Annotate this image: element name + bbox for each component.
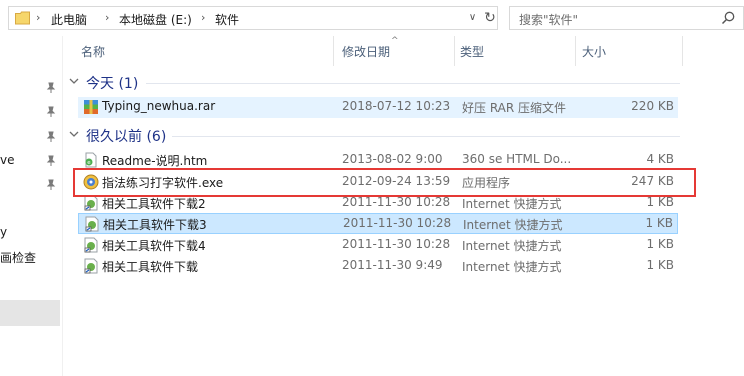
file-row[interactable]: Typing_newhua.rar 2018-07-12 10:23 好压 RA… (78, 97, 678, 118)
group-label: 今天 (1) (86, 76, 139, 92)
file-type: 360 se HTML Do... (462, 152, 572, 166)
column-header-date[interactable]: 修改日期 (342, 43, 390, 60)
sort-indicator-icon: ^ (391, 36, 399, 46)
navigation-pane: ve y 画检查 (0, 36, 63, 376)
column-divider[interactable] (333, 36, 334, 66)
nav-item-partial[interactable]: y (0, 225, 7, 239)
vertical-scrollbar[interactable] (732, 66, 744, 376)
file-type: Internet 快捷方式 (462, 260, 562, 274)
file-type: Internet 快捷方式 (462, 239, 562, 253)
folder-icon (15, 11, 30, 25)
file-size: 1 KB (646, 258, 674, 272)
column-header-type[interactable]: 类型 (460, 43, 484, 60)
address-row: › 此电脑 › 本地磁盘 (E:) › 软件 ∨ ↻ 搜索"软件" (0, 0, 744, 36)
file-size: 1 KB (646, 195, 674, 209)
group-header-long-ago[interactable]: 很久以前 (6) (68, 126, 680, 148)
file-row[interactable]: 相关工具软件下载4 2011-11-30 10:28 Internet 快捷方式… (78, 235, 678, 256)
pin-icon[interactable] (45, 106, 57, 118)
address-dropdown-icon[interactable]: ∨ (464, 7, 481, 29)
column-header-name[interactable]: 名称 (81, 43, 105, 60)
file-name: Typing_newhua.rar (102, 99, 216, 113)
internet-shortcut-icon (85, 216, 99, 232)
breadcrumb-local-disk[interactable]: 本地磁盘 (E:) (119, 11, 192, 28)
pin-icon[interactable] (45, 131, 57, 143)
pin-icon[interactable] (45, 155, 57, 167)
file-row[interactable]: 相关工具软件下载2 2011-11-30 10:28 Internet 快捷方式… (78, 193, 678, 214)
internet-shortcut-icon (84, 195, 98, 211)
file-size: 1 KB (645, 216, 673, 230)
group-divider (146, 83, 680, 84)
file-date: 2011-11-30 10:28 (343, 216, 452, 230)
html-document-icon: e (85, 152, 97, 168)
pin-icon[interactable] (45, 179, 57, 191)
nav-item-selected[interactable] (0, 300, 60, 326)
file-size: 1 KB (646, 237, 674, 251)
address-bar[interactable]: › 此电脑 › 本地磁盘 (E:) › 软件 ∨ ↻ (8, 6, 498, 30)
file-date: 2013-08-02 9:00 (342, 152, 443, 166)
file-name: 相关工具软件下载4 (102, 239, 206, 253)
group-header-today[interactable]: 今天 (1) (68, 73, 680, 95)
file-name: 相关工具软件下载3 (103, 218, 207, 232)
file-size: 247 KB (631, 174, 674, 188)
breadcrumb-separator: › (105, 11, 110, 24)
breadcrumb-software[interactable]: 软件 (215, 11, 239, 28)
file-type: Internet 快捷方式 (463, 218, 563, 232)
group-label: 很久以前 (6) (86, 129, 167, 145)
file-type: 应用程序 (462, 176, 511, 190)
column-divider[interactable] (575, 36, 576, 66)
column-divider[interactable] (454, 36, 455, 66)
file-row[interactable]: 相关工具软件下载 2011-11-30 9:49 Internet 快捷方式 1… (78, 256, 678, 277)
breadcrumb-separator: › (201, 11, 206, 24)
file-type: 好压 RAR 压缩文件 (462, 101, 567, 115)
search-input[interactable]: 搜索"软件" (519, 11, 578, 28)
breadcrumb-separator: › (36, 11, 41, 24)
file-date: 2018-07-12 10:23 (342, 99, 451, 113)
file-date: 2011-11-30 9:49 (342, 258, 443, 272)
search-box[interactable]: 搜索"软件" (509, 6, 744, 30)
column-header-size[interactable]: 大小 (582, 43, 606, 60)
breadcrumb-this-pc[interactable]: 此电脑 (51, 11, 87, 28)
internet-shortcut-icon (84, 258, 98, 274)
file-name: 相关工具软件下载 (102, 260, 199, 274)
rar-archive-icon (84, 100, 98, 114)
file-date: 2011-11-30 10:28 (342, 237, 451, 251)
file-row-selected[interactable]: 相关工具软件下载3 2011-11-30 10:28 Internet 快捷方式… (78, 213, 678, 234)
group-divider (172, 136, 680, 137)
nav-item-partial[interactable]: 画检查 (0, 249, 36, 266)
file-name: 指法练习打字软件.exe (102, 176, 224, 190)
file-date: 2011-11-30 10:28 (342, 195, 451, 209)
application-exe-icon (83, 174, 99, 190)
file-name: 相关工具软件下载2 (102, 197, 206, 211)
file-row[interactable]: e Readme-说明.htm 2013-08-02 9:00 360 se H… (78, 150, 678, 171)
nav-item-partial[interactable]: ve (0, 153, 14, 167)
refresh-icon[interactable]: ↻ (482, 7, 498, 29)
file-size: 220 KB (631, 99, 674, 113)
file-date: 2012-09-24 13:59 (342, 174, 451, 188)
search-icon[interactable] (721, 11, 735, 25)
chevron-down-icon[interactable] (68, 128, 80, 140)
pin-icon[interactable] (45, 82, 57, 94)
file-type: Internet 快捷方式 (462, 197, 562, 211)
chevron-down-icon[interactable] (68, 75, 80, 87)
file-name: Readme-说明.htm (102, 154, 208, 168)
file-size: 4 KB (646, 152, 674, 166)
internet-shortcut-icon (84, 237, 98, 253)
file-row[interactable]: 指法练习打字软件.exe 2012-09-24 13:59 应用程序 247 K… (78, 172, 678, 193)
column-divider[interactable] (682, 36, 683, 66)
